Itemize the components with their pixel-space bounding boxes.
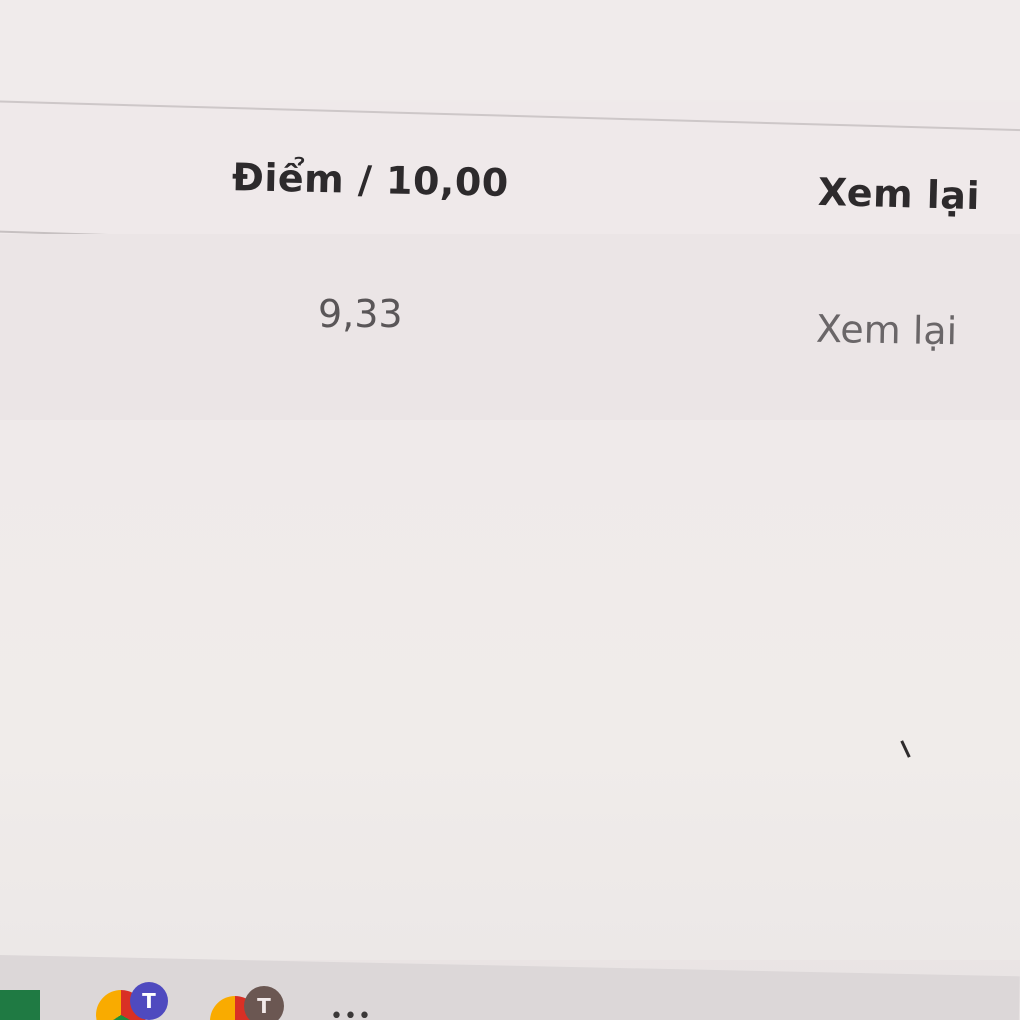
- quiz-results-page: Điểm / 10,00 Xem lại 9,33 Xem lại T T ••…: [0, 0, 1020, 1020]
- excel-icon[interactable]: [0, 990, 40, 1020]
- attempt-score-cell: 9,33: [318, 292, 403, 336]
- more-apps-icon[interactable]: •••: [330, 1004, 372, 1020]
- column-header-review: Xem lại: [817, 169, 981, 219]
- column-header-score: Điểm / 10,00: [231, 155, 510, 205]
- chrome-profile-badge: T: [130, 982, 168, 1020]
- chrome-profile-badge: T: [244, 986, 284, 1020]
- page-empty-area: [0, 420, 1020, 960]
- page-top-area: [0, 0, 1020, 100]
- review-attempt-link[interactable]: Xem lại: [816, 307, 958, 353]
